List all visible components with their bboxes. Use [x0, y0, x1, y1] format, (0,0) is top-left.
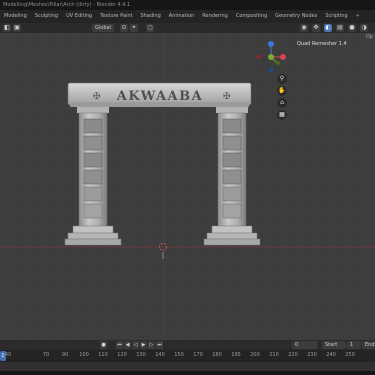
tab-uv-editing[interactable]: UV Editing: [62, 10, 96, 23]
visibility-icon[interactable]: ◉: [300, 24, 308, 32]
timeline-header: ⏮ ◀ ◁ ▶ ▷ ⏭ ● 0 Start 1 End: [0, 340, 375, 350]
ruler-tick: 90: [61, 352, 69, 358]
ruler-tick: 110: [98, 352, 108, 358]
overlay-icon[interactable]: ◐: [324, 24, 332, 32]
ruler-tick: 240: [326, 352, 336, 358]
ruler-tick: 220: [288, 352, 298, 358]
ruler-tick: 195: [231, 352, 241, 358]
snap-icon[interactable]: ⌖: [130, 24, 138, 32]
play-icon[interactable]: ▶: [140, 341, 147, 349]
transform-orientation-dropdown[interactable]: Global: [92, 24, 114, 32]
ruler-tick: 70: [42, 352, 50, 358]
ruler-tick: 150: [174, 352, 184, 358]
playback-controls: ⏮ ◀ ◁ ▶ ▷ ⏭: [116, 341, 163, 349]
timeline-ruler[interactable]: 1 40 70 90 100 110 120 130 140 150 170 1…: [0, 350, 375, 362]
add-workspace-button[interactable]: +: [352, 10, 364, 23]
material-shading-icon[interactable]: ◑: [360, 24, 368, 32]
tab-texture-paint[interactable]: Texture Paint: [96, 10, 136, 23]
proportional-edit-icon[interactable]: ○: [146, 24, 154, 32]
play-reverse-icon[interactable]: ◁: [132, 341, 139, 349]
pan-hand-icon[interactable]: ✋: [277, 86, 287, 96]
tab-rendering[interactable]: Rendering: [198, 10, 232, 23]
start-frame-value[interactable]: 1: [347, 341, 361, 349]
arch-lintel: AKWAABA ✠ ✠: [67, 82, 252, 107]
prev-keyframe-icon[interactable]: ◀: [124, 341, 131, 349]
ruler-tick: 230: [307, 352, 317, 358]
end-frame-label[interactable]: End: [362, 341, 375, 349]
record-icon[interactable]: ●: [100, 341, 107, 349]
ruler-tick: 180: [212, 352, 222, 358]
mode-icon[interactable]: ▣: [13, 24, 21, 32]
tab-modeling[interactable]: Modeling: [0, 10, 31, 23]
tab-shading[interactable]: Shading: [136, 10, 164, 23]
sidebar-tab-options[interactable]: Op: [366, 34, 373, 40]
workspace-tabs: Modeling Sculpting UV Editing Texture Pa…: [0, 10, 375, 23]
zoom-icon[interactable]: ⚲: [277, 74, 287, 84]
ruler-tick: 200: [250, 352, 260, 358]
viewport-header: ◧ ▣ Global ⊙ ⌖ ○ ◉ ✥ ◐ ▤ ● ◑: [0, 23, 375, 33]
next-keyframe-icon[interactable]: ▷: [148, 341, 155, 349]
perspective-grid-icon[interactable]: ▦: [277, 110, 287, 120]
left-pillar: [64, 107, 122, 246]
right-pillar: [203, 107, 261, 246]
ruler-tick: 140: [155, 352, 165, 358]
pivot-icon[interactable]: ⊙: [120, 24, 128, 32]
navigation-gizmo[interactable]: [256, 38, 288, 76]
ruler-tick: 100: [79, 352, 89, 358]
xray-icon[interactable]: ▤: [336, 24, 344, 32]
current-frame-field[interactable]: 0: [292, 341, 318, 349]
3d-cursor-icon: [159, 243, 167, 259]
ruler-tick: 250: [345, 352, 355, 358]
jump-start-icon[interactable]: ⏮: [116, 341, 123, 349]
ruler-tick: 130: [136, 352, 146, 358]
timeline-track-area[interactable]: [0, 362, 375, 371]
tab-scripting[interactable]: Scripting: [321, 10, 351, 23]
ruler-tick: 40: [4, 352, 12, 358]
ruler-tick: 170: [193, 352, 203, 358]
tab-sculpting[interactable]: Sculpting: [31, 10, 62, 23]
jump-end-icon[interactable]: ⏭: [156, 341, 163, 349]
camera-icon[interactable]: ⌂: [277, 98, 287, 108]
ruler-tick: 120: [117, 352, 127, 358]
svg-text:✠: ✠: [223, 92, 231, 102]
ruler-tick: 210: [269, 352, 279, 358]
quad-remesher-panel-label[interactable]: Quad Remesher 1.4: [297, 41, 347, 47]
tab-geometry-nodes[interactable]: Geometry Nodes: [271, 10, 321, 23]
window-title: Modelling\Meshes\Pillar\Arch (dirty) - B…: [0, 0, 375, 10]
solid-shading-icon[interactable]: ●: [348, 24, 356, 32]
start-frame-label[interactable]: Start: [322, 341, 346, 349]
svg-text:✠: ✠: [93, 92, 101, 102]
arch-inscription: AKWAABA: [116, 89, 203, 104]
status-bar: [0, 371, 375, 375]
arch-model: AKWAABA ✠ ✠: [64, 82, 261, 259]
editor-type-icon[interactable]: ◧: [3, 24, 11, 32]
gizmo-icon[interactable]: ✥: [312, 24, 320, 32]
tab-animation[interactable]: Animation: [165, 10, 199, 23]
tab-compositing[interactable]: Compositing: [232, 10, 271, 23]
